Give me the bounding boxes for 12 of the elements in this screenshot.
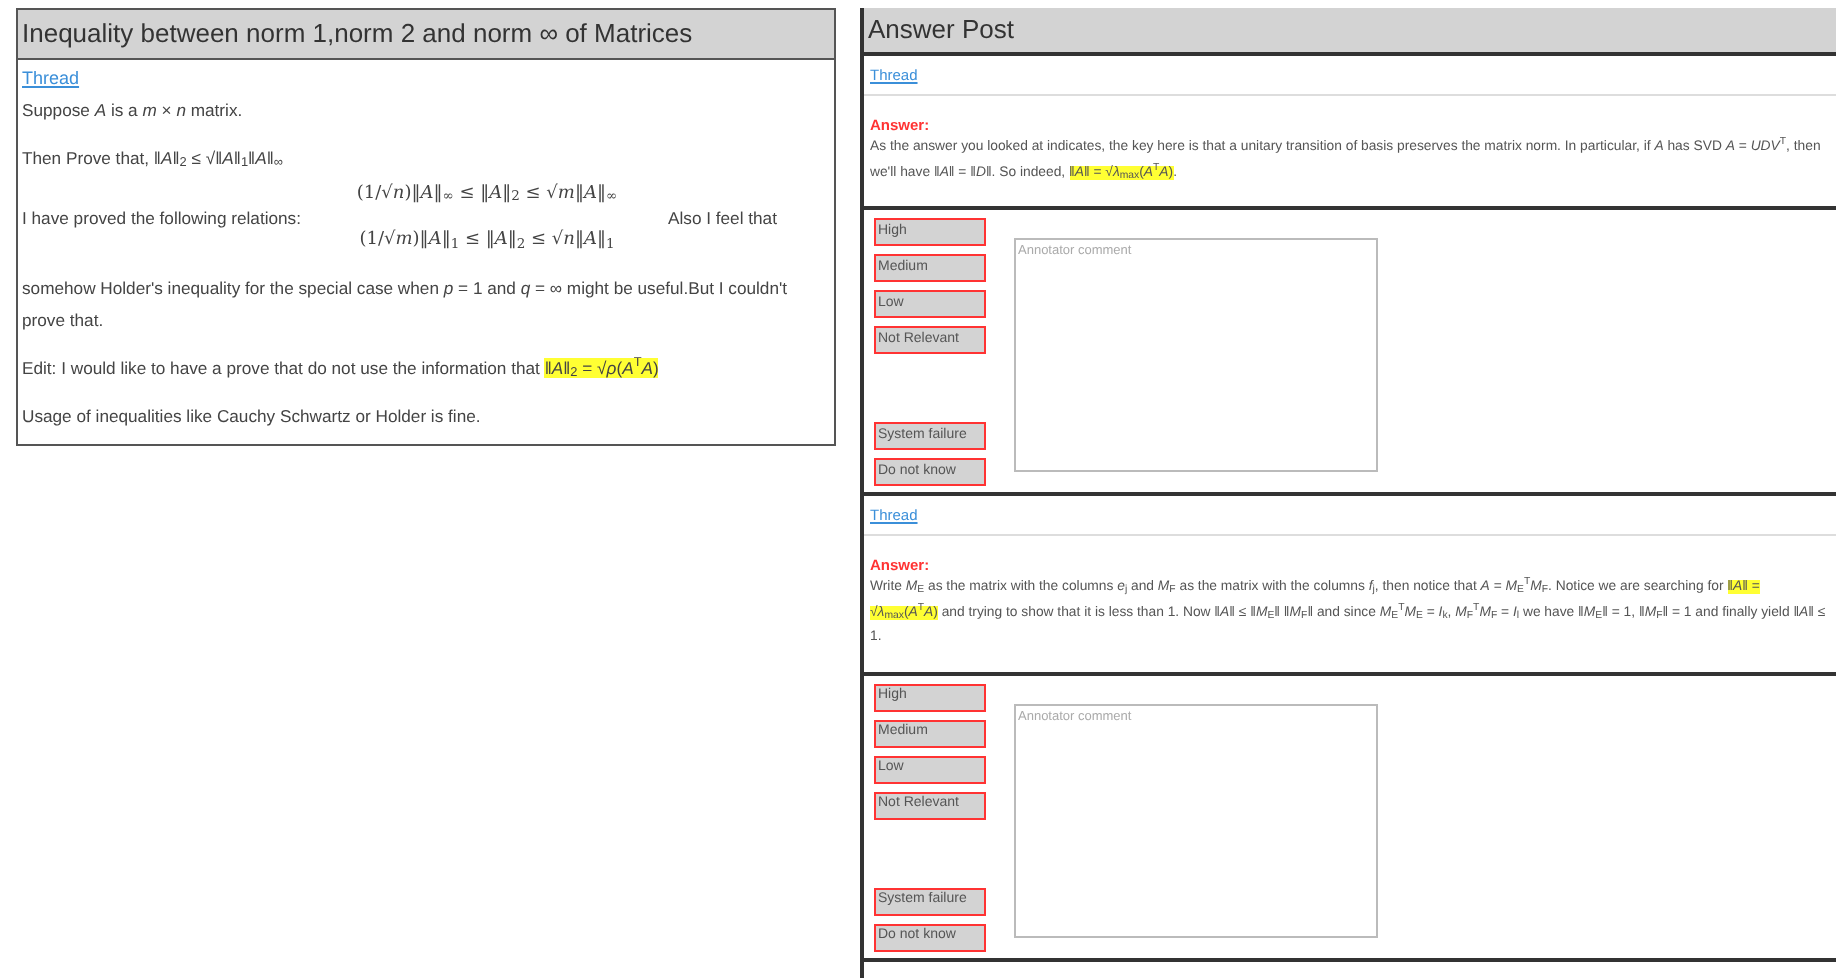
paragraph-text: Suppose A is a m × n matrix. — [22, 97, 245, 124]
paragraph-text: Also I feel that — [668, 205, 777, 231]
math-formula: (1/√n)‖A‖$_{∞}$ ≤ ‖A‖$_{2}$ ≤ √m‖A‖$_{∞}$ — [356, 181, 618, 208]
paragraph-text: somehow Holder's inequality for the special case when p = 1 and q = ∞ might be useful.But I couldn't prove that. — [22, 275, 790, 334]
thread-link[interactable]: Thread — [22, 68, 80, 88]
question-title: Inequality between norm 1,norm 2 and norm ∞ of Matrices — [18, 10, 834, 60]
paragraph-text: Usage of inequalities like Cauchy Schwartz or Holder is fine. — [22, 403, 483, 430]
math-formula: (1/√m)‖A‖$_{1}$ ≤ ‖A‖$_{2}$ ≤ √n‖A‖$_{1}$ — [359, 228, 615, 255]
paragraph-text: Edit: I would like to have a prove that do not use the information that ‖A‖$_{2}$ = √ρ(A$^{T}$A) — [22, 354, 661, 383]
paragraph-text: I have proved the following relations: — [22, 205, 303, 231]
panel-title: Answer Post — [864, 8, 1836, 56]
paragraph-text: Then Prove that, ‖A‖$_{2}$ ≤ √‖A‖$_{1}$‖A‖$_{∞}$ — [22, 145, 285, 173]
